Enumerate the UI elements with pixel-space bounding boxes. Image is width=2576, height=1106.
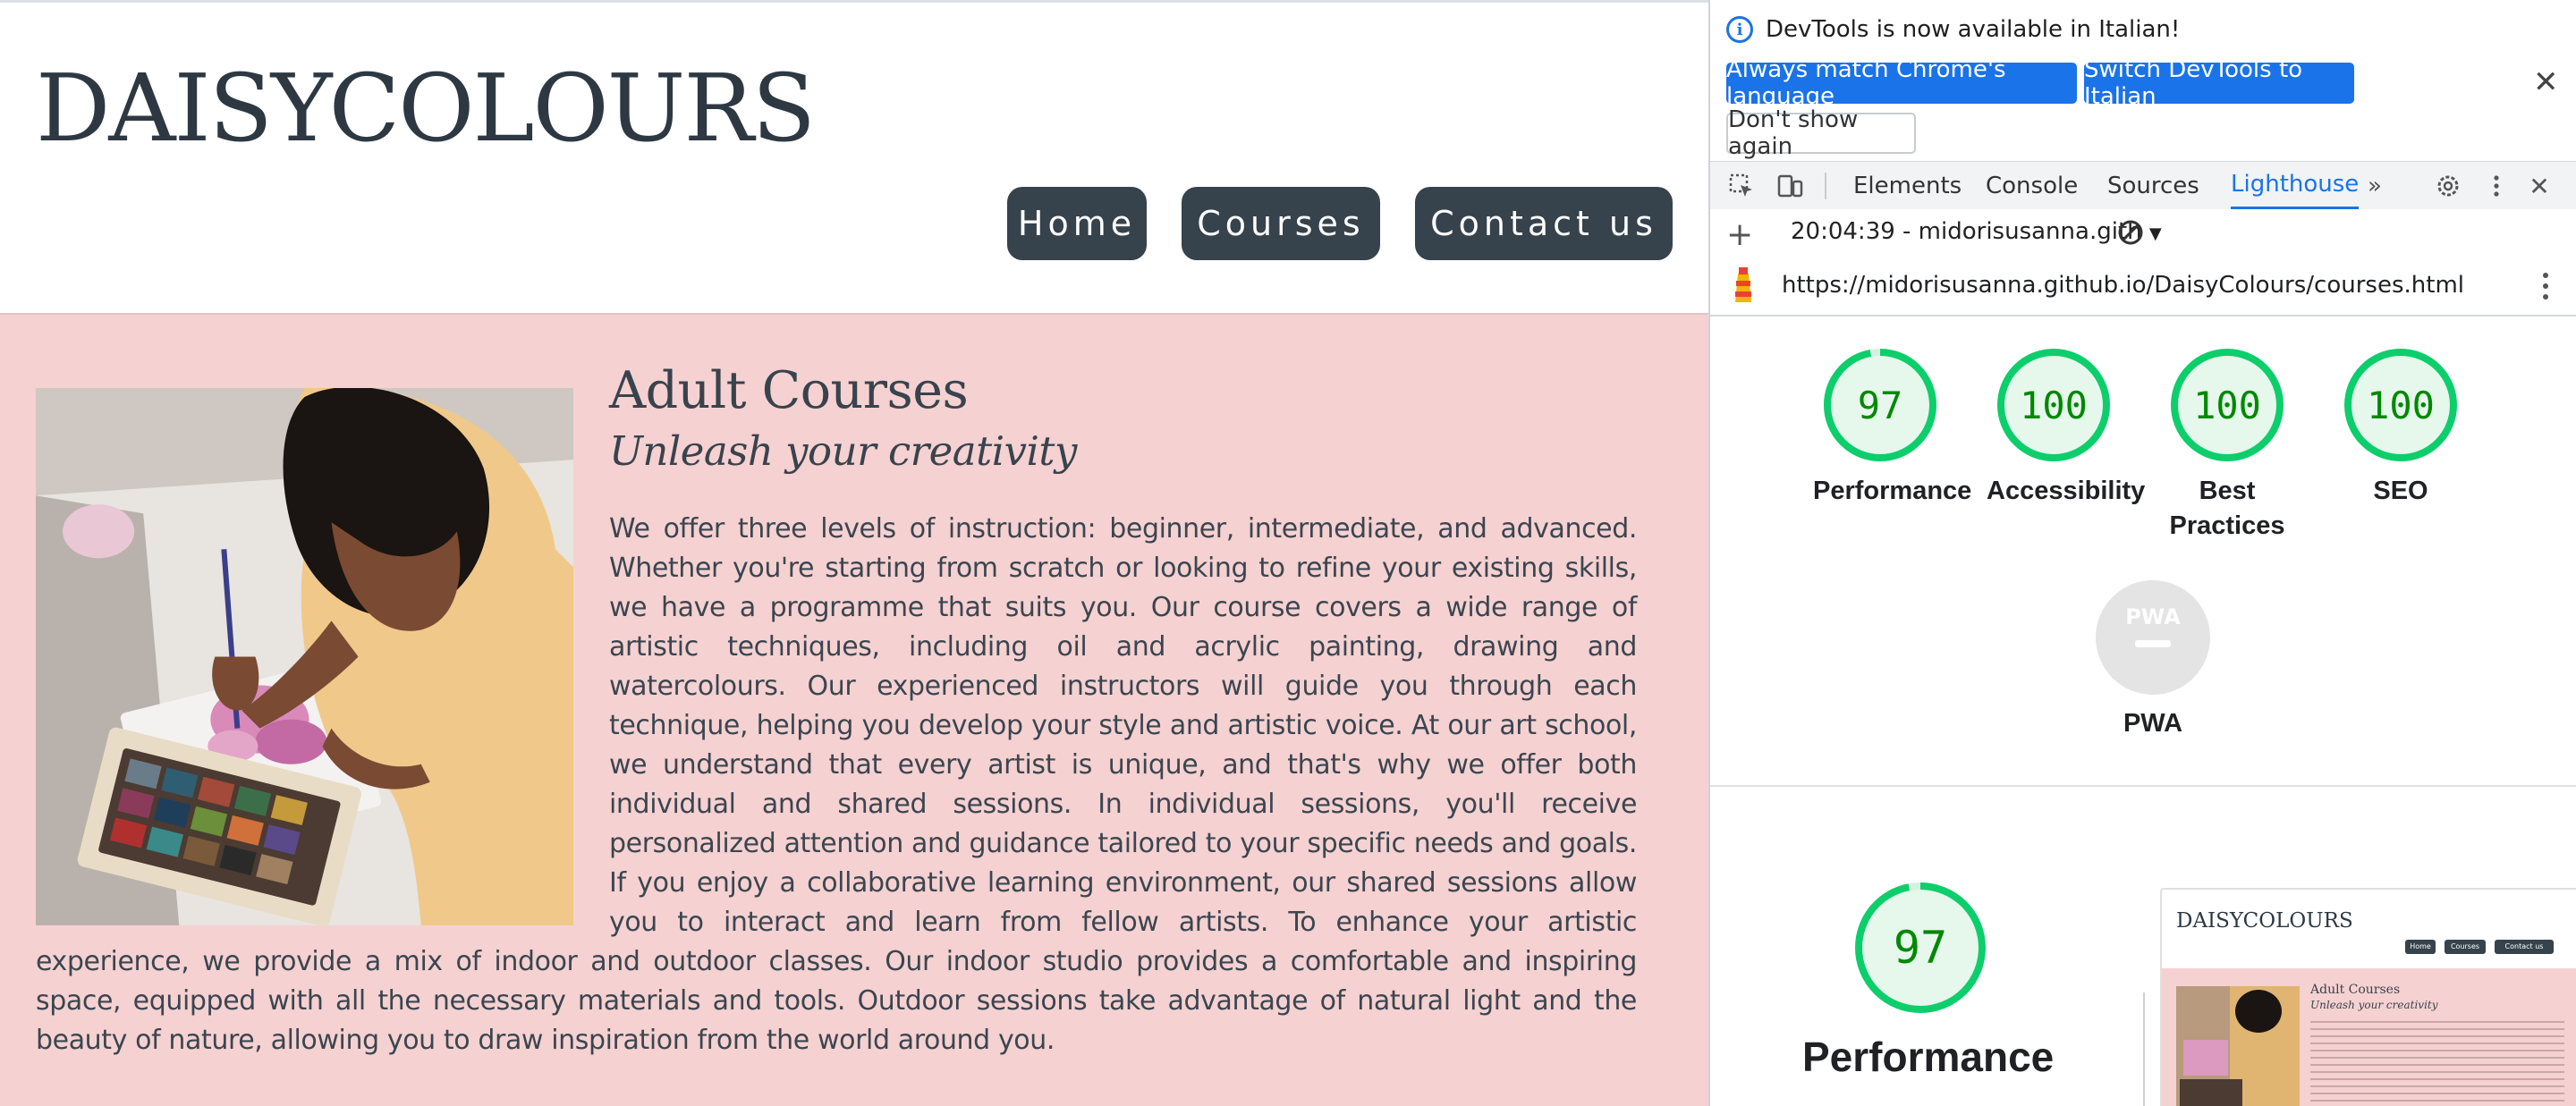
report-select-value: 20:04:39 - midorisusanna.gith bbox=[1791, 218, 2142, 245]
settings-gear-icon[interactable] bbox=[2433, 171, 2463, 201]
accessibility-score-value: 100 bbox=[2020, 384, 2088, 427]
tab-console[interactable]: Console bbox=[1986, 162, 2078, 210]
performance-score-value: 97 bbox=[1858, 384, 1903, 427]
devtools-panel: i DevTools is now available in Italian! … bbox=[1708, 0, 2576, 1106]
tab-elements[interactable]: Elements bbox=[1853, 162, 1962, 210]
accessibility-gauge: 100 bbox=[1997, 349, 2110, 461]
pwa-label: PWA bbox=[2123, 709, 2183, 738]
pwa-badge-text: PWA bbox=[2125, 604, 2181, 629]
section-divider bbox=[1710, 785, 2576, 787]
best-practices-label: Best Practices bbox=[2169, 477, 2285, 541]
kebab-menu-icon[interactable] bbox=[2481, 171, 2512, 201]
thumbnail-photo bbox=[2176, 986, 2300, 1106]
tab-lighthouse[interactable]: Lighthouse bbox=[2231, 162, 2360, 210]
pwa-badge-icon: PWA bbox=[2096, 580, 2210, 695]
seo-score-value: 100 bbox=[2367, 384, 2435, 427]
report-menu-icon[interactable] bbox=[2537, 268, 2555, 308]
devtools-tabbar: Elements Console Sources Lighthouse » ✕ bbox=[1710, 161, 2576, 211]
nav-contact-button[interactable]: Contact us bbox=[1415, 187, 1673, 260]
thumbnail-subtitle: Unleash your creativity bbox=[2310, 999, 2438, 1011]
match-language-button[interactable]: Always match Chrome's language bbox=[1726, 56, 2077, 110]
lighthouse-toolbar: + 20:04:39 - midorisusanna.gith ▼ bbox=[1710, 209, 2576, 258]
report-url[interactable]: https://midorisusanna.github.io/DaisyCol… bbox=[1782, 272, 2464, 299]
performance-detail-score: 97 bbox=[1894, 922, 1947, 974]
infobar-close-icon[interactable]: ✕ bbox=[2533, 64, 2559, 100]
inspect-element-icon[interactable] bbox=[1726, 171, 1757, 201]
clear-reports-icon[interactable] bbox=[2116, 218, 2145, 250]
nav-home-button[interactable]: Home bbox=[1007, 187, 1147, 260]
accessibility-label: Accessibility bbox=[1987, 477, 2146, 505]
performance-detail-label: Performance bbox=[1802, 1034, 2055, 1080]
page-screenshot-thumbnail[interactable]: DAISYCOLOURS Home Courses Contact us Adu… bbox=[2160, 888, 2576, 1106]
score-pwa[interactable]: PWA PWA bbox=[2086, 579, 2220, 741]
infobar-message: DevTools is now available in Italian! bbox=[1766, 16, 2181, 43]
info-icon: i bbox=[1726, 16, 1753, 43]
score-performance[interactable]: 97 Performance bbox=[1813, 347, 1972, 509]
course-photo bbox=[36, 388, 573, 925]
seo-label: SEO bbox=[2373, 477, 2428, 505]
seo-gauge: 100 bbox=[2344, 349, 2457, 461]
report-select[interactable]: 20:04:39 - midorisusanna.gith ▼ bbox=[1791, 218, 2162, 245]
dropdown-caret-icon: ▼ bbox=[2148, 224, 2162, 243]
site-logo[interactable]: DAISYCOLOURS bbox=[36, 62, 816, 155]
language-infobar: i DevTools is now available in Italian! … bbox=[1710, 0, 2576, 161]
site-header: DAISYCOLOURS Home Courses Contact us bbox=[0, 3, 1708, 315]
more-tabs-icon[interactable]: » bbox=[2360, 171, 2390, 201]
device-toolbar-icon[interactable] bbox=[1775, 171, 1805, 201]
performance-label: Performance bbox=[1813, 477, 1972, 505]
website-viewport: DAISYCOLOURS Home Courses Contact us Adu… bbox=[0, 3, 1708, 1106]
switch-italian-button[interactable]: Switch DevTools to Italian bbox=[2084, 56, 2354, 110]
thumbnail-text-lines bbox=[2310, 1018, 2564, 1106]
performance-gauge: 97 bbox=[1824, 349, 1936, 461]
score-accessibility[interactable]: 100 Accessibility bbox=[1987, 347, 2146, 509]
thumbnail-separator bbox=[2143, 992, 2145, 1106]
new-report-plus-icon[interactable]: + bbox=[1726, 216, 1753, 253]
dont-show-again-button[interactable]: Don't show again bbox=[1726, 106, 1916, 160]
course-section: Adult Courses Unleash your creativity We… bbox=[0, 315, 1708, 1106]
tab-sources[interactable]: Sources bbox=[2107, 162, 2199, 210]
thumbnail-nav-contact: Contact us bbox=[2495, 940, 2554, 954]
nav-courses-button[interactable]: Courses bbox=[1182, 187, 1380, 260]
close-devtools-icon[interactable]: ✕ bbox=[2524, 171, 2555, 201]
thumbnail-nav-courses: Courses bbox=[2445, 940, 2486, 954]
best-practices-gauge: 100 bbox=[2171, 349, 2284, 461]
thumbnail-logo: DAISYCOLOURS bbox=[2176, 909, 2353, 933]
tabbar-separator bbox=[1825, 173, 1826, 199]
thumbnail-nav-home: Home bbox=[2405, 940, 2436, 954]
score-seo[interactable]: 100 SEO bbox=[2334, 347, 2468, 509]
thumbnail-title: Adult Courses bbox=[2310, 983, 2401, 997]
performance-detail-gauge: 97 bbox=[1853, 881, 1987, 1018]
score-best-practices[interactable]: 100 Best Practices bbox=[2160, 347, 2294, 544]
thumbnail-main: Adult Courses Unleash your creativity bbox=[2162, 968, 2576, 1106]
report-url-bar: https://midorisusanna.github.io/DaisyCol… bbox=[1710, 258, 2576, 317]
lighthouse-logo-icon bbox=[1730, 266, 1757, 309]
best-practices-score-value: 100 bbox=[2193, 384, 2261, 427]
